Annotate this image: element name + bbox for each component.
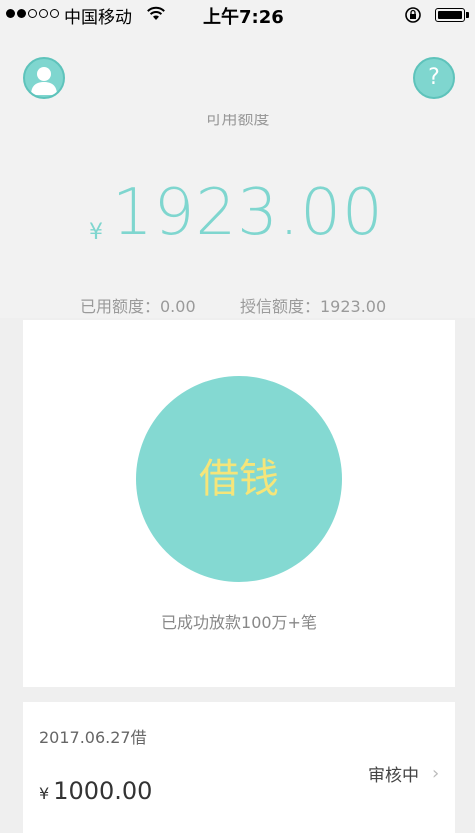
loan-currency-symbol: ¥ [39, 784, 50, 803]
signal-strength-icon [6, 9, 59, 18]
loan-amount-value: 1000.00 [53, 777, 153, 805]
chevron-right-icon: › [432, 763, 440, 784]
loan-date: 2017.06.27借 [39, 728, 147, 747]
loan-amount: ¥1000.00 [39, 777, 152, 805]
available-credit-amount: 1923.00 [112, 176, 384, 250]
currency-symbol: ¥ [89, 220, 103, 245]
loan-record-card[interactable]: 2017.06.27借 ¥1000.00 审核中 › [23, 702, 455, 833]
help-icon[interactable]: ? [413, 57, 455, 99]
user-avatar-icon[interactable] [23, 57, 65, 99]
borrow-card: 借钱 已成功放款100万+笔 [23, 320, 455, 687]
available-credit-label: 可用额度 [205, 114, 270, 128]
status-bar: 中国移动 上午7:26 [0, 0, 475, 28]
loan-count-text: 已成功放款100万+笔 [161, 613, 317, 632]
status-time: 上午7:26 [203, 7, 284, 28]
granted-credit: 授信额度：1923.00 [240, 297, 387, 316]
credit-summary: ? 可用额度 ¥ 1923.00 已用额度：0.00 授信额度：1923.00 [0, 28, 475, 318]
rotation-lock-icon [404, 6, 422, 28]
loan-status-badge: 审核中 [368, 766, 419, 786]
wifi-icon [146, 5, 166, 25]
used-credit: 已用额度：0.00 [80, 297, 196, 316]
battery-icon [435, 8, 469, 22]
borrow-button[interactable]: 借钱 [136, 376, 342, 582]
carrier-name: 中国移动 [64, 8, 132, 28]
